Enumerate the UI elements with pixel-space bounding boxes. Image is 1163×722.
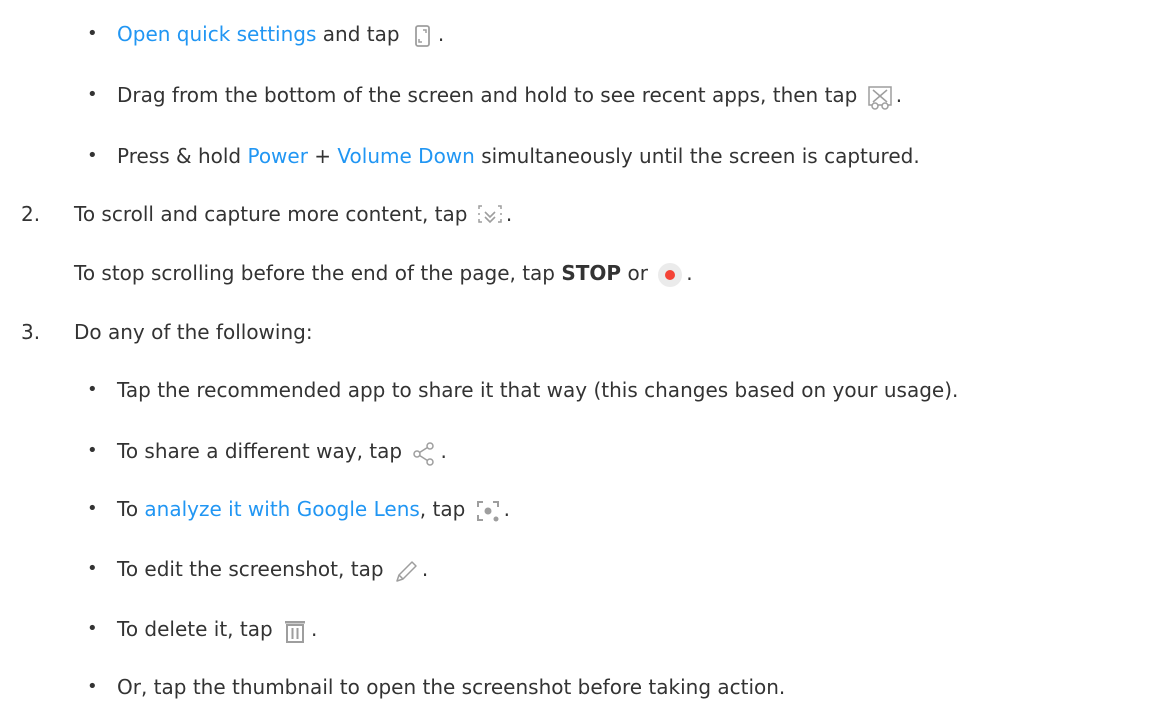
instruction-text: Drag from the bottom of the screen and h… [117,83,864,107]
step-number: 2. [21,202,41,226]
option-edit: To edit the screenshot, tap . [117,555,428,583]
instruction-text: or [621,261,655,285]
open-quick-settings-link[interactable]: Open quick settings [117,22,316,46]
instruction-text: To stop scrolling before the end of the … [74,261,562,285]
instruction-quick-settings: Open quick settings and tap . [117,20,444,48]
bullet-marker: • [87,618,98,639]
volume-down-link[interactable]: Volume Down [337,144,474,168]
screenshot-crop-icon [866,83,894,111]
trash-icon [281,617,309,645]
option-google-lens: To analyze it with Google Lens, tap . [117,495,510,523]
bullet-marker: • [87,558,98,579]
lens-icon [474,497,502,525]
option-share: To share a different way, tap . [117,437,447,467]
capture-more-icon [476,202,504,230]
punctuation: . [440,439,447,463]
bullet-marker: • [87,379,98,400]
step-scroll-capture: To scroll and capture more content, tap … [74,200,512,228]
instruction-text: To scroll and capture more content, tap [74,202,474,226]
punctuation: . [503,497,511,521]
bullet-marker: • [87,84,98,105]
stop-label: STOP [561,261,622,285]
record-stop-icon [656,261,684,289]
step-number: 3. [21,320,41,344]
instruction-text: + [307,144,338,168]
punctuation: . [421,557,429,581]
step-options: Do any of the following: [74,320,313,344]
instruction-power-volume: Press & hold Power + Volume Down simulta… [117,142,920,170]
instruction-text: To edit the screenshot, tap [117,557,390,581]
instruction-text: To [117,497,145,521]
bullet-marker: • [87,145,98,166]
punctuation: . [895,83,903,107]
instruction-text: To share a different way, tap [117,439,409,463]
instruction-text: and tap [316,22,406,46]
bullet-marker: • [87,23,98,44]
option-delete: To delete it, tap . [117,615,317,643]
step-stop-scrolling: To stop scrolling before the end of the … [74,259,693,287]
option-thumbnail: Or, tap the thumbnail to open the screen… [117,675,786,699]
instruction-text: To delete it, tap [117,617,280,641]
punctuation: . [505,202,513,226]
google-lens-link[interactable]: analyze it with Google Lens [144,497,419,521]
share-icon [410,439,438,467]
screenshot-tile-icon [408,22,436,50]
punctuation: . [437,22,445,46]
instruction-text: simultaneously until the screen is captu… [474,144,920,168]
bullet-marker: • [87,440,98,461]
instruction-text: Press & hold [117,144,248,168]
punctuation: . [311,617,318,641]
edit-pencil-icon [392,557,420,585]
bullet-marker: • [87,498,98,519]
instruction-recent-apps: Drag from the bottom of the screen and h… [117,81,903,111]
option-recommended-app: Tap the recommended app to share it that… [117,378,959,402]
bullet-marker: • [87,676,98,697]
instruction-text: , tap [419,497,472,521]
power-link[interactable]: Power [247,144,307,168]
punctuation: . [686,261,693,285]
